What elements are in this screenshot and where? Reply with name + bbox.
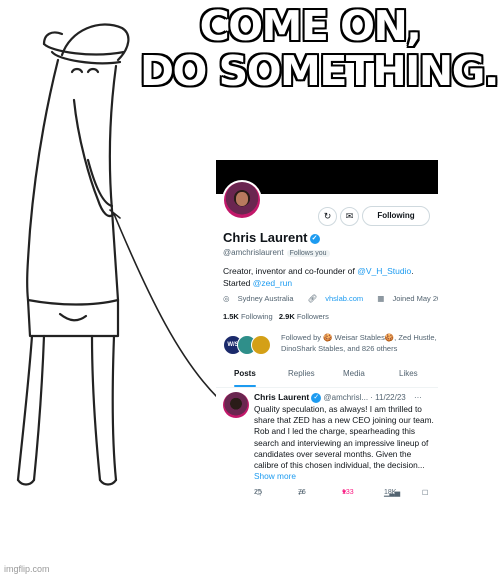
refresh-icon[interactable]: ↻ bbox=[318, 207, 337, 226]
bookmark-icon[interactable]: ☐ bbox=[422, 489, 428, 497]
follow-counts: 1.5K Following 2.9K Followers bbox=[223, 312, 329, 321]
meme-caption: COME ON, DO SOMETHING. bbox=[140, 2, 499, 95]
profile-screenshot: ↻ ✉ Following Chris Laurent ✓ @amchrislau… bbox=[216, 160, 438, 506]
bio-link-vh-studio[interactable]: @V_H_Studio bbox=[357, 266, 411, 276]
caption-line-1: COME ON, bbox=[199, 2, 422, 50]
caption-line-2: DO SOMETHING. bbox=[140, 47, 499, 95]
follower-avatars: W/S bbox=[223, 335, 275, 355]
watermark: imgflip.com bbox=[4, 564, 50, 574]
follower-avatar bbox=[251, 335, 271, 355]
tweet-author[interactable]: Chris Laurent bbox=[254, 392, 309, 402]
mail-icon[interactable]: ✉ bbox=[340, 207, 359, 226]
location-icon: ◎ bbox=[223, 294, 230, 303]
followed-by-text: Followed by 🍪 Weisar Stables🍪, Zed Hustl… bbox=[281, 333, 437, 353]
verified-badge-icon: ✓ bbox=[311, 392, 322, 403]
tweet-avatar[interactable] bbox=[223, 392, 249, 418]
profile-tabs: Posts Replies Media Likes bbox=[216, 365, 438, 388]
bio-link-zed-run[interactable]: @zed_run bbox=[253, 278, 292, 288]
followers-count[interactable]: 2.9K Followers bbox=[279, 312, 329, 321]
tweet-handle-date: @amchrisl... · 11/22/23 bbox=[323, 393, 406, 402]
tab-replies[interactable]: Replies bbox=[288, 369, 315, 378]
profile-bio: Creator, inventor and co-founder of @V_H… bbox=[223, 266, 414, 288]
tab-posts[interactable]: Posts bbox=[234, 369, 256, 378]
tweet-header: Chris Laurent ✓ @amchrisl... · 11/22/23 ·… bbox=[254, 392, 438, 403]
profile-avatar[interactable] bbox=[222, 180, 262, 220]
active-tab-indicator bbox=[234, 385, 256, 387]
website[interactable]: 🔗︎ vhslab.com bbox=[308, 294, 370, 303]
profile-meta: ◎ Sydney Australia 🔗︎ vhslab.com ▦ Joine… bbox=[223, 294, 438, 303]
following-count[interactable]: 1.5K Following bbox=[223, 312, 273, 321]
show-more-link[interactable]: Show more bbox=[254, 471, 296, 481]
tab-likes[interactable]: Likes bbox=[399, 369, 418, 378]
tab-media[interactable]: Media bbox=[343, 369, 365, 378]
more-options-icon[interactable]: ··· bbox=[414, 393, 422, 402]
profile-name: Chris Laurent ✓ bbox=[223, 230, 320, 245]
joined-date: ▦ Joined May 2011 bbox=[377, 294, 438, 303]
location: ◎ Sydney Australia bbox=[223, 294, 294, 303]
link-icon: 🔗︎ bbox=[307, 294, 318, 303]
follows-you-badge: Follows you bbox=[286, 250, 330, 257]
calendar-icon: ▦ bbox=[377, 294, 385, 303]
profile-handle: @amchrislaurent Follows you bbox=[223, 248, 330, 257]
verified-badge-icon: ✓ bbox=[309, 233, 320, 244]
tweet-text: Quality speculation, as always! I am thr… bbox=[254, 404, 434, 482]
following-button[interactable]: Following bbox=[362, 206, 430, 226]
